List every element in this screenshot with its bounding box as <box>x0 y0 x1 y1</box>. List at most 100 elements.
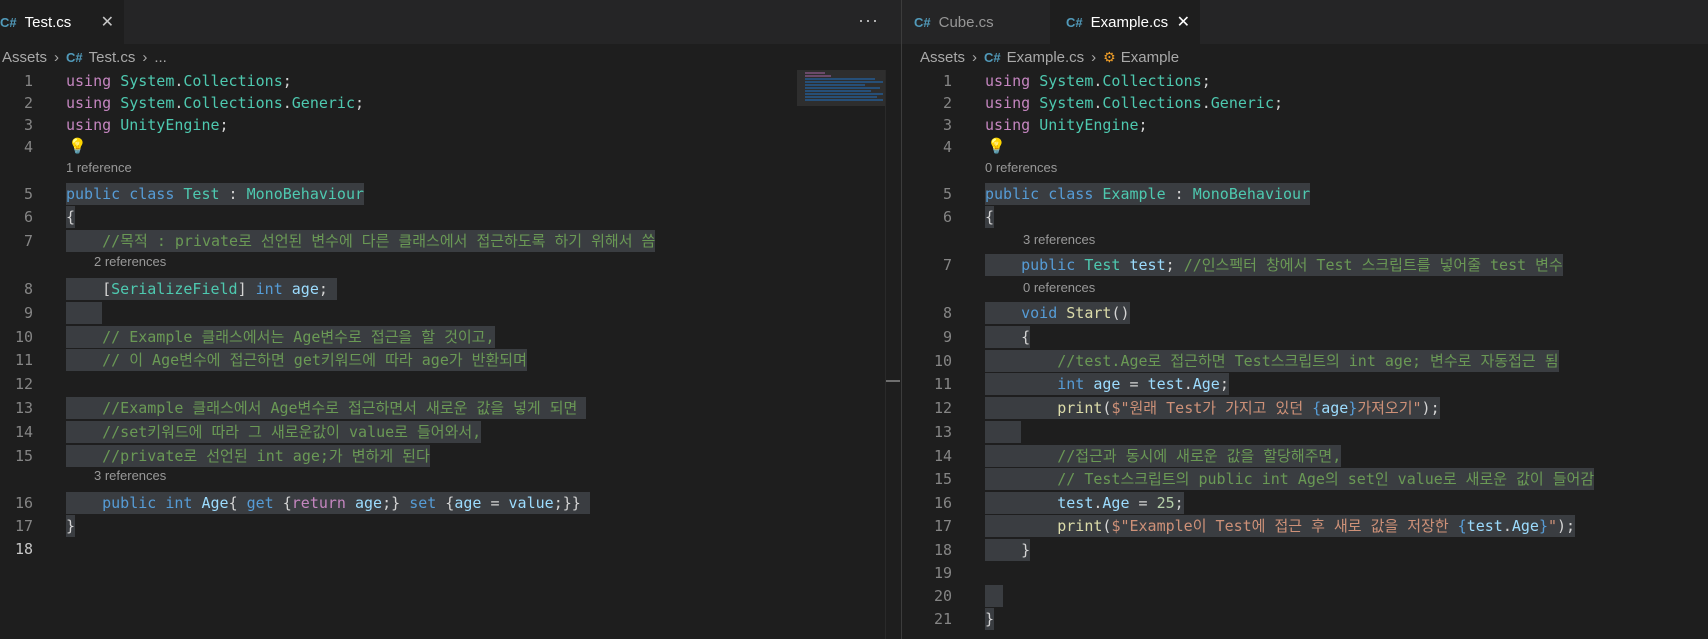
code-token: get <box>246 494 274 512</box>
minimap-line <box>805 78 875 80</box>
code-text: using System.Collections.Generic; <box>66 92 364 114</box>
breadcrumb-folder[interactable]: Assets <box>2 49 47 66</box>
code-token: Age <box>201 494 229 512</box>
code-token: Test <box>183 185 220 203</box>
code-line[interactable]: 10 //test.Age로 접근하면 Test스크립트의 int age; 변… <box>902 350 1708 372</box>
code-line[interactable]: 11 int age = test.Age; <box>902 373 1708 395</box>
code-text <box>985 421 1022 443</box>
code-line[interactable]: 20 <box>902 585 1708 607</box>
code-line[interactable]: 13 //Example 클래스에서 Age변수로 접근하면서 새로운 값을 넣… <box>0 397 901 419</box>
code-line[interactable]: 13 <box>902 421 1708 443</box>
code-line[interactable]: 6{ <box>902 206 1708 228</box>
code-line[interactable]: 7 //목적 : private로 선언된 변수에 다른 클래스에서 접근하도록… <box>0 230 901 252</box>
code-line[interactable]: 3 using UnityEngine; <box>0 114 901 136</box>
codelens-references[interactable]: 0 references <box>1023 278 1095 298</box>
code-line[interactable]: 2 using System.Collections.Generic; <box>0 92 901 114</box>
tab-example-cs[interactable]: C# Example.cs ✕ <box>1050 0 1200 44</box>
code-token: } <box>1538 517 1548 535</box>
line-number: 14 <box>933 447 952 465</box>
line-number: 5 <box>942 185 952 203</box>
code-text: { <box>66 206 76 228</box>
code-token: age <box>355 494 383 512</box>
close-icon[interactable]: ✕ <box>101 12 114 32</box>
code-line[interactable]: 6{ <box>0 206 901 228</box>
code-line[interactable]: 11 // 이 Age변수에 접근하면 get키워드에 따라 age가 반환되며 <box>0 349 901 371</box>
line-number: 15 <box>14 447 33 465</box>
code-line[interactable]: 5 public class Example : MonoBehaviour <box>902 183 1708 205</box>
breadcrumb-tail[interactable]: ... <box>154 49 167 66</box>
csharp-icon: C# <box>914 14 931 30</box>
code-token: UnityEngine <box>120 116 220 134</box>
code-line[interactable]: 19 <box>902 562 1708 584</box>
code-line[interactable]: 14 //set키워드에 따라 그 새로운값이 value로 들어와서, <box>0 421 901 443</box>
code-line[interactable]: 10 // Example 클래스에서는 Age변수로 접근을 할 것이고, <box>0 326 901 348</box>
chevron-right-icon: › <box>972 48 978 66</box>
breadcrumb-file[interactable]: Example.cs <box>1007 49 1085 66</box>
code-editor[interactable]: 1 using System.Collections; 2 using System.… <box>0 70 901 639</box>
breadcrumb-folder[interactable]: Assets <box>920 49 965 66</box>
code-line[interactable]: 21} <box>902 608 1708 630</box>
code-line[interactable]: 1 using System.Collections; <box>0 70 901 92</box>
code-line[interactable]: 16 test.Age = 25; <box>902 492 1708 514</box>
code-line[interactable]: 9 <box>0 302 901 324</box>
code-token: age <box>1093 375 1121 393</box>
code-line[interactable]: 4 💡 <box>0 136 901 158</box>
minimap-line <box>805 87 880 89</box>
code-line[interactable]: 9 { <box>902 326 1708 348</box>
code-text: public class Example : MonoBehaviour <box>985 183 1311 205</box>
code-line[interactable]: 12 print($"원래 Test가 가지고 있던 {age}가져오기"); <box>902 397 1708 419</box>
code-token: using <box>985 94 1031 112</box>
lightbulb-icon[interactable]: 💡 <box>987 136 1006 158</box>
code-token: ; <box>282 72 292 90</box>
code-line[interactable]: 4 💡 <box>902 136 1708 158</box>
breadcrumb-symbol[interactable]: Example <box>1121 49 1179 66</box>
code-editor[interactable]: 1 using System.Collections; 2 using System.… <box>902 70 1708 639</box>
code-line[interactable]: 17 print($"Example이 Test에 접근 후 새로 값을 저장한… <box>902 515 1708 537</box>
code-line[interactable]: 8 [SerializeField] int age; <box>0 278 901 300</box>
code-token: ; <box>318 280 337 298</box>
code-line[interactable]: 18 <box>0 538 901 560</box>
tab-test-cs[interactable]: C# Test.cs ✕ <box>0 0 124 44</box>
tab-cube-cs[interactable]: C# Cube.cs <box>914 0 1044 44</box>
line-number: 7 <box>23 232 33 250</box>
line-number: 1 <box>942 72 952 90</box>
codelens-references[interactable]: 0 references <box>985 158 1057 178</box>
codelens-references[interactable]: 3 references <box>1023 230 1095 250</box>
code-token: ; <box>1219 375 1229 393</box>
code-line[interactable]: 18 } <box>902 539 1708 561</box>
code-line[interactable]: 8 void Start() <box>902 302 1708 324</box>
code-text <box>66 302 103 324</box>
codelens-references[interactable]: 3 references <box>94 466 166 486</box>
code-token: // Example 클래스에서는 Age변수로 접근을 할 것이고, <box>66 328 495 346</box>
code-token: ); <box>1557 517 1576 535</box>
code-token: Age <box>1511 517 1539 535</box>
code-line[interactable]: 12 <box>0 373 901 395</box>
code-line[interactable]: 3 using UnityEngine; <box>902 114 1708 136</box>
codelens-references[interactable]: 2 references <box>94 252 166 272</box>
vertical-scrollbar[interactable] <box>885 70 900 639</box>
more-actions-icon[interactable]: ··· <box>858 10 879 31</box>
code-token: } <box>66 517 76 535</box>
code-line[interactable]: 5 public class Test : MonoBehaviour <box>0 183 901 205</box>
code-line[interactable]: 16 public int Age{ get {return age;} set… <box>0 492 901 514</box>
code-line[interactable]: 15 // Test스크립트의 public int Age의 set인 val… <box>902 468 1708 490</box>
code-token: Example <box>1102 185 1166 203</box>
minimap[interactable] <box>797 70 885 639</box>
code-line[interactable]: 17} <box>0 515 901 537</box>
lightbulb-icon[interactable]: 💡 <box>68 136 87 158</box>
codelens-references[interactable]: 1 reference <box>66 158 132 178</box>
code-line[interactable]: 7 public Test test; //인스펙터 창에서 Test 스크립트… <box>902 254 1708 276</box>
code-line[interactable]: 14 //접근과 동시에 새로운 값을 할당해주면, <box>902 445 1708 467</box>
code-token: //인스펙터 창에서 Test 스크립트를 넣어줄 test 변수 <box>1183 256 1563 274</box>
code-token: $"Example이 Test에 접근 후 새로 값을 저장한 <box>1111 517 1458 535</box>
code-line[interactable]: 15 //private로 선언된 int age;가 변하게 된다 <box>0 445 901 467</box>
code-token: ; <box>1138 116 1148 134</box>
code-token: ; <box>355 94 365 112</box>
close-icon[interactable]: ✕ <box>1177 12 1190 32</box>
code-line[interactable]: 2 using System.Collections.Generic; <box>902 92 1708 114</box>
breadcrumb-file[interactable]: Test.cs <box>89 49 136 66</box>
code-line[interactable]: 1 using System.Collections; <box>902 70 1708 92</box>
code-token: int <box>165 494 193 512</box>
